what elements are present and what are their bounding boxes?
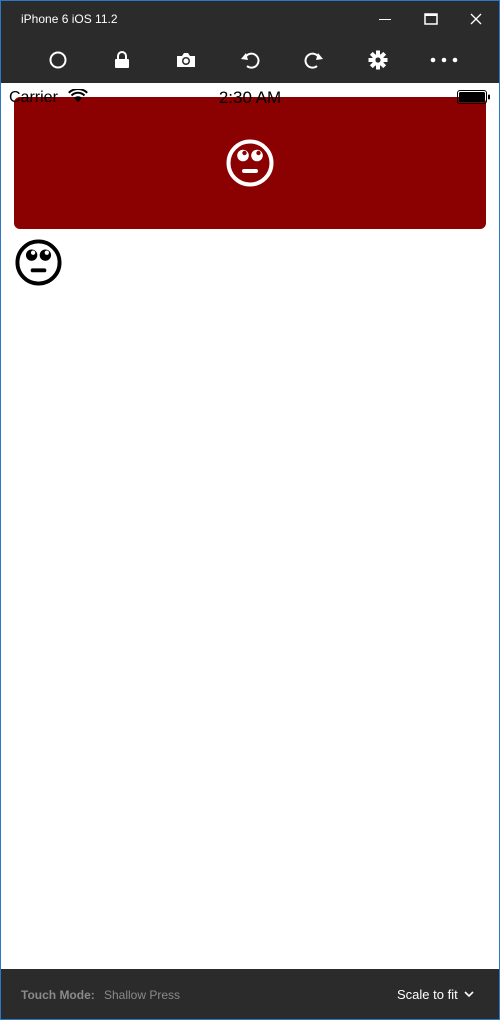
- bottom-bar: Touch Mode: Shallow Press Scale to fit: [1, 969, 499, 1019]
- rotate-right-icon: [304, 52, 323, 69]
- scale-dropdown[interactable]: Scale to fit: [397, 987, 458, 1002]
- status-time: 2:30 AM: [218, 88, 282, 107]
- touch-mode-value[interactable]: Shallow Press: [104, 988, 180, 1002]
- maximize-icon: [424, 13, 438, 25]
- window-title: iPhone 6 iOS 11.2: [21, 12, 118, 26]
- close-icon: [470, 13, 482, 25]
- maximize-button[interactable]: [408, 1, 454, 37]
- close-button[interactable]: [453, 1, 499, 37]
- settings-button[interactable]: [362, 45, 394, 75]
- camera-icon: [177, 53, 195, 67]
- more-icon: [430, 57, 458, 63]
- battery-icon: [457, 90, 490, 104]
- eye-roll-face-icon: [15, 239, 62, 286]
- simulator-window: iPhone 6 iOS 11.2 Carrier 2:30 AM Touch …: [0, 0, 500, 1020]
- rotate-left-button[interactable]: [234, 45, 266, 75]
- emoji-button[interactable]: [14, 97, 486, 229]
- screenshot-button[interactable]: [170, 45, 202, 75]
- home-button[interactable]: [42, 45, 74, 75]
- ios-status-bar: Carrier 2:30 AM: [1, 83, 499, 111]
- lock-button[interactable]: [106, 45, 138, 75]
- simulator-toolbar: [1, 37, 499, 83]
- touch-mode-label: Touch Mode:: [21, 988, 95, 1002]
- lock-icon: [115, 51, 129, 68]
- eye-roll-face-icon: [226, 139, 274, 187]
- home-icon: [49, 51, 67, 69]
- title-bar: iPhone 6 iOS 11.2: [1, 1, 499, 37]
- minimize-button[interactable]: [362, 1, 408, 37]
- minimize-icon: [379, 19, 391, 20]
- device-screen: Carrier 2:30 AM: [1, 83, 499, 969]
- rotate-left-icon: [241, 52, 260, 69]
- rotate-right-button[interactable]: [298, 45, 330, 75]
- more-button[interactable]: [428, 45, 460, 75]
- gear-icon: [368, 50, 388, 70]
- chevron-down-icon[interactable]: [464, 991, 474, 998]
